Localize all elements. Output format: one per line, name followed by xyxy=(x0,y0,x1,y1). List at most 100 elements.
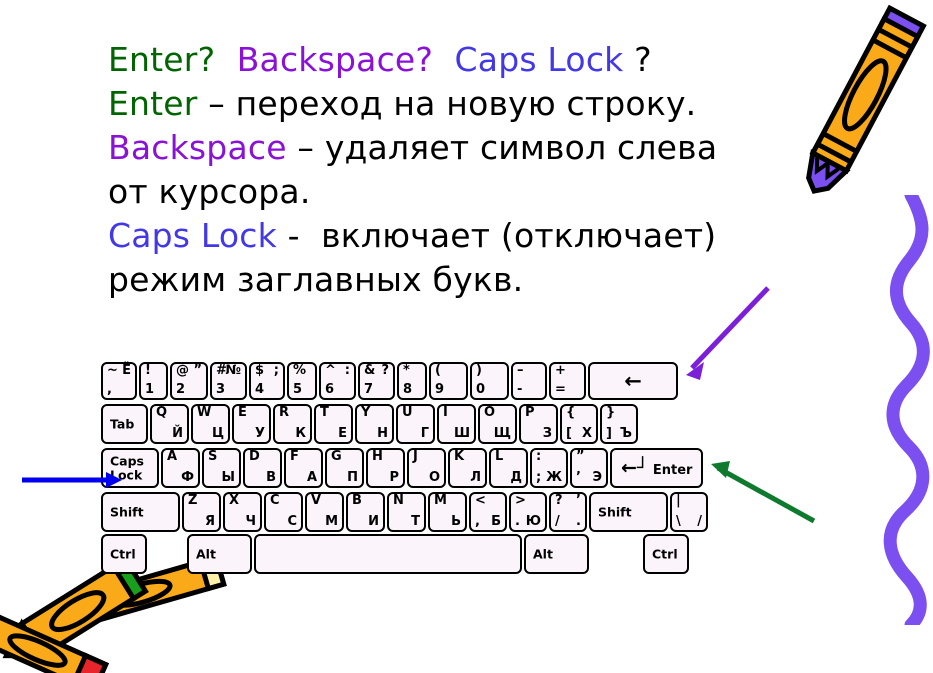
key-a-f[interactable]: AФ xyxy=(161,448,200,488)
key-c-s[interactable]: CС xyxy=(264,492,303,532)
key-f-a[interactable]: FА xyxy=(284,448,323,488)
key-z-ya[interactable]: ZЯ xyxy=(182,492,221,532)
key-x-ch-cyrillic-legend: Ч xyxy=(245,514,256,529)
key-x-ch[interactable]: XЧ xyxy=(223,492,262,532)
key-i-sh[interactable]: IШ xyxy=(437,404,476,444)
key-6[interactable]: ^ 6: xyxy=(319,362,356,400)
key-a-f-latin-legend: A xyxy=(167,449,178,464)
key-h-r-latin-legend: H xyxy=(372,449,383,464)
key-ctrl-right[interactable]: Ctrl xyxy=(643,534,689,574)
key-slash-topright-legend: ’ xyxy=(576,493,581,508)
key-5[interactable]: % 5 xyxy=(287,362,317,400)
key-y-n-cyrillic-legend: Н xyxy=(377,426,388,441)
key-y-n[interactable]: YН xyxy=(355,404,394,444)
key-e-u[interactable]: EУ xyxy=(232,404,271,444)
key-7[interactable]: & 7? xyxy=(358,362,395,400)
key-i-sh-latin-legend: I xyxy=(443,405,448,420)
key-semicolon-topleft-legend: : xyxy=(536,449,542,464)
key-i-sh-cyrillic-legend: Ш xyxy=(453,426,470,441)
key-v-m[interactable]: VМ xyxy=(305,492,344,532)
key-6-alt-legend: : xyxy=(344,363,350,378)
key-w-ts-latin-legend: W xyxy=(197,405,212,420)
key-s-y[interactable]: SЫ xyxy=(202,448,241,488)
key-k-l[interactable]: KЛ xyxy=(448,448,487,488)
key-r-k[interactable]: RК xyxy=(273,404,312,444)
key-enter[interactable]: ←┘ Enter xyxy=(610,448,703,488)
key-backslash-topleft-legend: | xyxy=(676,493,681,508)
key-d-v[interactable]: DВ xyxy=(243,448,282,488)
key-lbracket[interactable]: {[Х xyxy=(560,404,598,444)
key-d-v-cyrillic-legend: В xyxy=(266,470,276,485)
key-capslock[interactable]: Caps Lock xyxy=(101,448,159,488)
key-m-soft[interactable]: MЬ xyxy=(428,492,467,532)
key-h-r[interactable]: HР xyxy=(366,448,405,488)
key-0-shift-legend: ) xyxy=(476,363,482,378)
key-period[interactable]: >. Ю xyxy=(509,492,547,532)
key-w-ts[interactable]: WЦ xyxy=(191,404,230,444)
key-2[interactable]: @2 ” xyxy=(170,362,208,400)
key-f-a-latin-legend: F xyxy=(290,449,299,464)
key-p-z[interactable]: PЗ xyxy=(519,404,558,444)
key-9[interactable]: (9 xyxy=(429,362,468,400)
key-comma-topleft-legend: < xyxy=(475,493,486,508)
key-l-d[interactable]: LД xyxy=(489,448,528,488)
key-4[interactable]: $4; xyxy=(249,362,285,400)
key-gap-left xyxy=(149,534,185,574)
key-o-shch[interactable]: OЩ xyxy=(478,404,517,444)
key-g-p[interactable]: GП xyxy=(325,448,364,488)
key-semicolon[interactable]: :; Ж xyxy=(530,448,568,488)
key-8[interactable]: * 8 xyxy=(397,362,427,400)
key-comma[interactable]: <, Б xyxy=(469,492,507,532)
key-c-s-cyrillic-legend: С xyxy=(287,514,297,529)
key-b-i[interactable]: BИ xyxy=(346,492,385,532)
keyboard-row-asd: Caps Lock A Ф S Ы D В F А G П H Р J О K Л L Д:; Ж”’ Э ←┘ Ente… xyxy=(101,448,705,488)
key-space[interactable] xyxy=(254,534,522,574)
key-rbracket[interactable]: }] Ъ xyxy=(600,404,638,444)
key-backspace[interactable]: ← xyxy=(588,362,678,400)
arrow-to-enter-key xyxy=(711,461,816,524)
keyboard-row-zxc: Shift Z Я X Ч C С V М B И N Т M Ь <, Б >. Ю? /’. Shift | \ / xyxy=(101,492,710,532)
key-q-yi[interactable]: QЙ xyxy=(150,404,189,444)
key-equals[interactable]: + = xyxy=(549,362,586,400)
key-n-t[interactable]: NТ xyxy=(387,492,426,532)
key-alt-left[interactable]: Alt xyxy=(187,534,252,574)
key-m-soft-latin-legend: M xyxy=(434,493,447,508)
key-tilde-yo-topright-legend: Ё xyxy=(122,363,131,378)
key-slash[interactable]: ? / ’. xyxy=(549,492,587,532)
key-shift-right[interactable]: Shift xyxy=(589,492,668,532)
key-u-g[interactable]: UГ xyxy=(396,404,435,444)
key-alt-right[interactable]: Alt xyxy=(524,534,589,574)
line-enter: Enter – переход на новую строку. xyxy=(108,82,868,126)
key-0[interactable]: ) 0 xyxy=(470,362,509,400)
key-a-f-cyrillic-legend: Ф xyxy=(181,470,194,485)
key-3-alt-legend: № xyxy=(225,363,241,378)
key-rbracket-bottomleft-legend: ] xyxy=(606,426,612,441)
key-m-soft-cyrillic-legend: Ь xyxy=(451,514,461,529)
key-p-z-latin-legend: P xyxy=(525,405,535,420)
key-ctrl-right-label: Ctrl xyxy=(652,546,678,562)
key-8-base-legend: 8 xyxy=(403,382,413,397)
key-minus[interactable]: – - xyxy=(511,362,547,400)
key-shift-left[interactable]: Shift xyxy=(101,492,180,532)
key-1-base-legend: 1 xyxy=(145,382,155,397)
key-minus-shift-legend: – xyxy=(517,363,524,378)
key-rbracket-bottomright-legend: Ъ xyxy=(619,426,632,441)
key-3[interactable]: #3 № xyxy=(210,362,247,400)
key-ctrl-left[interactable]: Ctrl xyxy=(101,534,147,574)
key-tab[interactable]: Tab xyxy=(101,404,148,444)
text-segment-capslock: Caps Lock xyxy=(454,40,624,79)
key-backslash[interactable]: | \ / xyxy=(670,492,708,532)
text-segment-plain: режим заглавных букв. xyxy=(108,260,524,299)
key-quote[interactable]: ” ’ Э xyxy=(570,448,608,488)
key-o-shch-latin-legend: O xyxy=(484,405,496,420)
key-tilde-yo-topleft-legend: ~ xyxy=(107,363,118,378)
key-l-d-cyrillic-legend: Д xyxy=(510,470,522,485)
key-j-o[interactable]: JО xyxy=(407,448,446,488)
keyboard-row-ctrl: Ctrl Alt Alt Ctrl xyxy=(101,534,691,574)
key-e-u-latin-legend: E xyxy=(238,405,247,420)
key-t-ye-latin-legend: T xyxy=(320,405,329,420)
key-1[interactable]: ! 1 xyxy=(139,362,168,400)
key-c-s-latin-legend: C xyxy=(270,493,280,508)
key-t-ye[interactable]: TЕ xyxy=(314,404,353,444)
key-tilde-yo[interactable]: ~, Ё xyxy=(101,362,137,400)
